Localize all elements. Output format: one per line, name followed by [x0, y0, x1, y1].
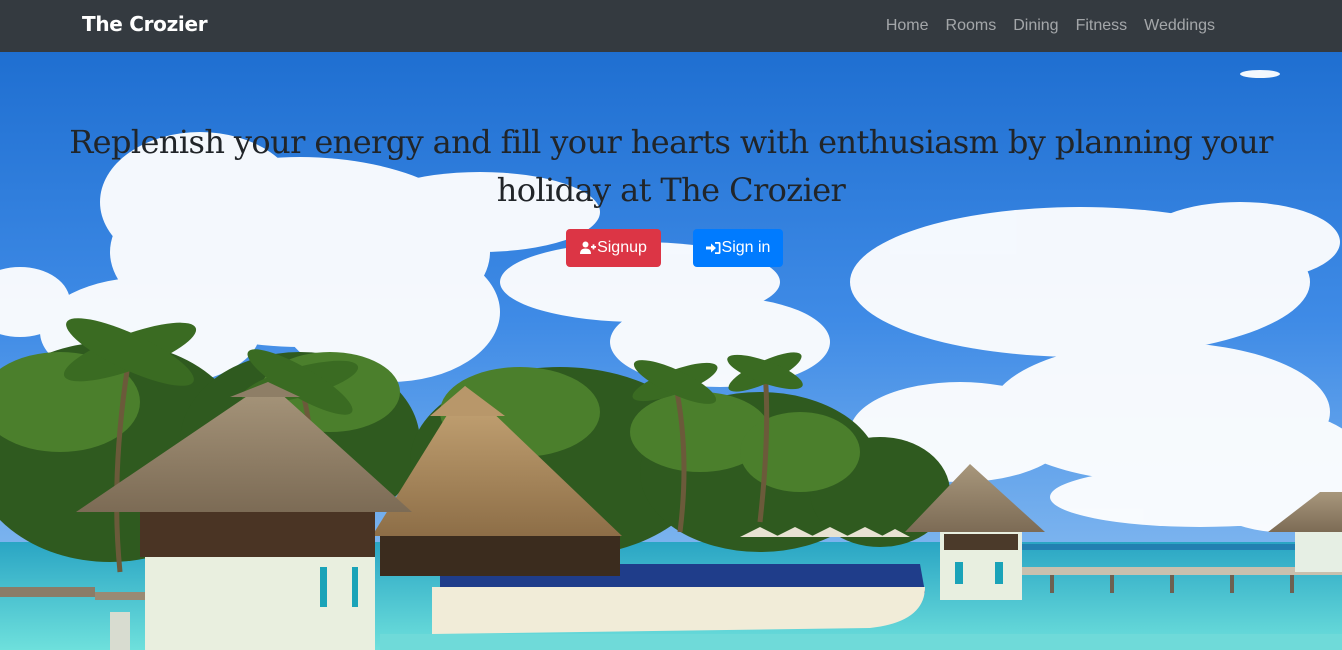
signup-button[interactable]: Signup — [566, 229, 661, 267]
nav-link-dining[interactable]: Dining — [1013, 17, 1058, 35]
nav-link-home[interactable]: Home — [886, 17, 929, 35]
signup-label: Signup — [597, 239, 647, 256]
nav-links: Home Rooms Dining Fitness Weddings — [886, 0, 1215, 52]
nav-link-weddings[interactable]: Weddings — [1144, 17, 1215, 35]
hero-headline: Replenish your energy and fill your hear… — [69, 123, 1273, 209]
signin-button[interactable]: Sign in — [693, 229, 783, 267]
brand-logo[interactable]: The Crozier — [82, 12, 208, 36]
navbar: The Crozier Home Rooms Dining Fitness We… — [0, 0, 1342, 52]
hero-section: Replenish your energy and fill your hear… — [0, 52, 1342, 650]
sign-in-icon — [705, 242, 721, 254]
signin-label: Sign in — [721, 239, 771, 256]
nav-link-fitness[interactable]: Fitness — [1076, 17, 1128, 35]
user-plus-icon — [580, 241, 597, 254]
nav-link-rooms[interactable]: Rooms — [946, 17, 997, 35]
